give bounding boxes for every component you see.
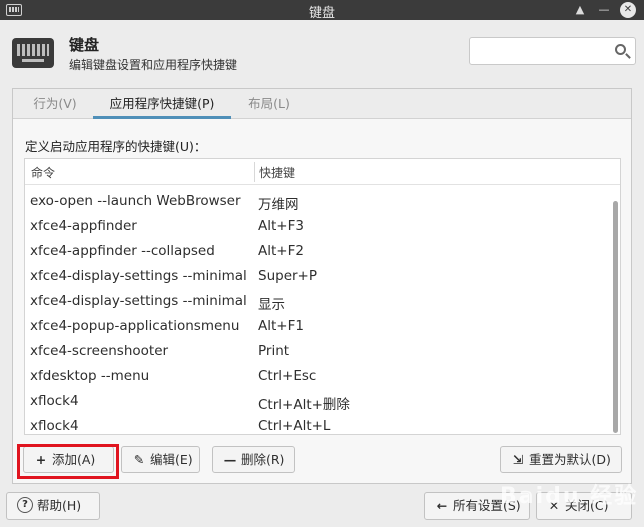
shortcuts-table[interactable]: 命令 快捷键 exo-open --launch WebBrowser 万维网 x… <box>24 158 621 435</box>
window-title: 键盘 <box>308 6 335 21</box>
reset-button-label: 重置为默认(D) <box>529 452 611 467</box>
help-icon: ? <box>17 497 33 513</box>
row-shortcut: Ctrl+Esc <box>258 368 317 384</box>
list-scrollbar[interactable] <box>613 201 618 433</box>
tab-layout[interactable]: 布局(L) <box>237 89 301 119</box>
row-shortcut: 显示 <box>258 297 285 313</box>
dialog-header: 键盘 编辑键盘设置和应用程序快捷键 <box>0 20 644 86</box>
search-input[interactable] <box>474 39 604 63</box>
row-command: exo-open --launch WebBrowser <box>30 193 241 209</box>
row-shortcut: Alt+F2 <box>258 243 304 259</box>
help-button[interactable]: ? 帮助(H) <box>6 492 100 520</box>
row-command: xfce4-appfinder --collapsed <box>30 243 215 259</box>
reset-defaults-button[interactable]: ⇲ 重置为默认(D) <box>500 446 622 473</box>
row-command: xflock4 <box>30 418 79 434</box>
column-header-command[interactable]: 命令 <box>31 164 55 181</box>
tab-behavior[interactable]: 行为(V) <box>23 89 87 119</box>
back-arrow-icon: ← <box>436 498 448 513</box>
row-shortcut: Print <box>258 343 290 359</box>
edit-button-label: 编辑(E) <box>150 452 193 467</box>
row-command: xfdesktop --menu <box>30 368 150 384</box>
window-titlebar[interactable]: 键盘 ▲ — ✕ <box>0 0 644 21</box>
pencil-icon: ✎ <box>133 452 145 467</box>
keyboard-icon <box>12 38 54 68</box>
page-title: 键盘 <box>69 36 100 54</box>
row-shortcut: Super+P <box>258 268 318 284</box>
highlight-box <box>17 444 119 479</box>
row-command: xfce4-display-settings --minimal <box>30 268 247 284</box>
table-header: 命令 快捷键 <box>25 159 620 185</box>
search-box[interactable] <box>469 37 636 65</box>
delete-button[interactable]: — 删除(R) <box>212 446 295 473</box>
row-command: xfce4-screenshooter <box>30 343 169 359</box>
table-row[interactable]: xfce4-display-settings --minimal 显示 <box>25 290 613 315</box>
edit-button[interactable]: ✎ 编辑(E) <box>121 446 200 473</box>
help-button-label: 帮助(H) <box>37 498 82 513</box>
window-close-icon[interactable]: ✕ <box>620 2 636 18</box>
tab-application-shortcuts[interactable]: 应用程序快捷键(P) <box>93 89 231 119</box>
shortcut-rows: exo-open --launch WebBrowser 万维网 xfce4-ap… <box>25 190 613 434</box>
watermark: Baidu 经验 <box>500 484 639 509</box>
row-shortcut: Ctrl+Alt+删除 <box>258 397 350 413</box>
row-command: xfce4-popup-applicationsmenu <box>30 318 240 334</box>
delete-button-label: 删除(R) <box>241 452 285 467</box>
tab-bar: 行为(V) 应用程序快捷键(P) 布局(L) <box>13 89 631 119</box>
table-row[interactable]: xflock4 Ctrl+Alt+删除 <box>25 390 613 415</box>
table-row[interactable]: xfce4-appfinder Alt+F3 <box>25 215 613 240</box>
table-row[interactable]: xflock4 Ctrl+Alt+L <box>25 415 613 434</box>
table-row[interactable]: xfce4-popup-applicationsmenu Alt+F1 <box>25 315 613 340</box>
column-header-shortcut[interactable]: 快捷键 <box>259 164 295 181</box>
table-row[interactable]: exo-open --launch WebBrowser 万维网 <box>25 190 613 215</box>
shade-icon[interactable]: ▲ <box>572 2 588 18</box>
settings-notebook: 行为(V) 应用程序快捷键(P) 布局(L) 定义启动应用程序的快捷键(U)： … <box>12 88 632 484</box>
column-divider[interactable] <box>254 162 255 182</box>
table-row[interactable]: xfce4-appfinder --collapsed Alt+F2 <box>25 240 613 265</box>
page-subtitle: 编辑键盘设置和应用程序快捷键 <box>69 58 238 72</box>
row-command: xfce4-display-settings --minimal <box>30 293 247 309</box>
shortcuts-list-label: 定义启动应用程序的快捷键(U)： <box>25 139 207 154</box>
row-shortcut: Alt+F1 <box>258 318 304 334</box>
row-command: xfce4-appfinder <box>30 218 137 234</box>
table-row[interactable]: xfdesktop --menu Ctrl+Esc <box>25 365 613 390</box>
search-icon[interactable] <box>615 44 626 55</box>
row-shortcut: 万维网 <box>258 197 299 213</box>
table-row[interactable]: xfce4-screenshooter Print <box>25 340 613 365</box>
reset-icon: ⇲ <box>512 452 524 467</box>
row-shortcut: Ctrl+Alt+L <box>258 418 331 434</box>
table-row[interactable]: xfce4-display-settings --minimal Super+P <box>25 265 613 290</box>
minus-icon: — <box>223 452 237 467</box>
maximize-icon[interactable]: — <box>596 2 612 18</box>
row-command: xflock4 <box>30 393 79 409</box>
row-shortcut: Alt+F3 <box>258 218 304 234</box>
